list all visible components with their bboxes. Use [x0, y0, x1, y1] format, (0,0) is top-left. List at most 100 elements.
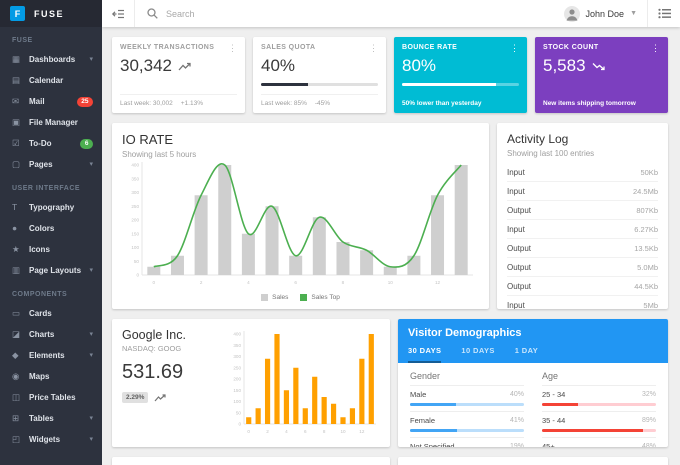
log-entry-label: Input	[507, 186, 525, 196]
card-title: BOUNCE RATE	[402, 44, 458, 51]
log-entry-label: Output	[507, 205, 532, 215]
sidebar-item-dashboards[interactable]: ▦ Dashboards ▾	[0, 49, 102, 70]
count-badge: 6	[80, 138, 93, 149]
activity-log-row: Output 13.5Kb	[507, 239, 658, 258]
row-value: 48%	[641, 443, 656, 447]
footer-delta: +1.13%	[180, 100, 203, 107]
demographics-body: Gender Male 40% Female 41% Not Specified 19% Ag…	[398, 363, 668, 447]
sidebar-item-elements[interactable]: ◆ Elements ▾	[0, 345, 102, 366]
svg-text:100: 100	[131, 245, 139, 250]
svg-text:6: 6	[304, 429, 307, 434]
row-value: 89%	[641, 417, 656, 424]
chevron-down-icon: ▾	[89, 436, 93, 443]
google-change-badge: 2.29%	[122, 392, 149, 403]
demographics-group-age: Age 25 - 34 32% 35 - 44 89% 45+ 48%	[542, 368, 656, 447]
row-progress-bar	[542, 403, 656, 406]
legend-swatch	[261, 294, 269, 301]
io-rate-title: IO RATE	[122, 132, 174, 147]
widgets-icon: ◰	[12, 434, 21, 445]
sidebar-item-widgets[interactable]: ◰ Widgets ▾	[0, 429, 102, 450]
fold-sidebar-button[interactable]	[102, 0, 134, 27]
kebab-menu-icon[interactable]: ⋮	[369, 44, 378, 53]
partial-card	[398, 457, 668, 465]
svg-text:300: 300	[233, 354, 241, 359]
palette-icon: ●	[12, 223, 18, 234]
sidebar-item-price-tables[interactable]: ◫ Price Tables	[0, 387, 102, 408]
sidebar-item-cards[interactable]: ▭ Cards	[0, 303, 102, 324]
tab-30-days[interactable]: 30 DAYS	[408, 346, 442, 363]
sidebar-item-maps[interactable]: ◉ Maps	[0, 366, 102, 387]
nav-section-label: USER INTERFACE	[12, 185, 81, 192]
svg-text:0: 0	[247, 429, 250, 434]
activity-log-row: Output 44.5Kb	[507, 277, 658, 296]
svg-text:250: 250	[233, 365, 241, 370]
svg-text:4: 4	[285, 429, 288, 434]
row-progress-bar	[410, 429, 524, 432]
top-toolbar: Search John Doe ▼	[102, 0, 680, 27]
row-label: Female	[410, 416, 436, 425]
footer-label: Last week: 85%	[261, 100, 307, 107]
activity-log-list: Input 50Kb Input 24.5Mb Output 807Kb Input 6.27…	[507, 163, 658, 309]
price-table-icon: ◫	[12, 392, 21, 403]
legend-swatch	[300, 294, 308, 301]
io-rate-subtitle: Showing last 5 hours	[122, 150, 197, 159]
sidebar-item-pages[interactable]: ▢ Pages ▾	[0, 154, 102, 175]
list-panel-icon	[657, 8, 671, 19]
sidebar-item-label: Charts	[29, 330, 55, 339]
sidebar-item-mail[interactable]: ✉ Mail 25	[0, 91, 102, 112]
stock-value: 5,583	[543, 56, 586, 75]
legend-label: Sales	[272, 294, 289, 301]
sidebar-item-icons[interactable]: ★ Icons	[0, 239, 102, 260]
search-bar[interactable]: Search	[135, 8, 195, 19]
partial-card	[112, 457, 390, 465]
activity-log-row: Output 807Kb	[507, 201, 658, 220]
chevron-down-icon: ▾	[89, 352, 93, 359]
svg-text:350: 350	[233, 343, 241, 348]
bottom-row: Google Inc. NASDAQ: GOOG 531.69 2.29% 0 5…	[112, 319, 668, 447]
svg-text:2: 2	[200, 280, 203, 285]
svg-text:8: 8	[323, 429, 326, 434]
svg-text:2: 2	[266, 429, 269, 434]
stock-count-card: STOCK COUNT ⋮ 5,583 New items shipping t…	[535, 37, 668, 113]
kebab-menu-icon[interactable]: ⋮	[510, 44, 519, 53]
svg-text:350: 350	[131, 176, 139, 181]
file-icon: ▢	[12, 159, 21, 170]
sidebar-item-colors[interactable]: ● Colors	[0, 218, 102, 239]
sidebar-item-typography[interactable]: T Typography	[0, 197, 102, 218]
row-label: 45+	[542, 442, 555, 447]
log-entry-value: 13.5Kb	[634, 243, 658, 253]
footer-label: New items shipping tomorrow	[543, 100, 636, 107]
logo[interactable]: F FUSE	[0, 0, 102, 27]
avatar	[563, 5, 580, 22]
sidebar-item-label: Dashboards	[29, 55, 76, 64]
sidebar-item-to-do[interactable]: ☑ To-Do 6	[0, 133, 102, 154]
search-input[interactable]: Search	[166, 9, 195, 19]
tab-10-days[interactable]: 10 DAYS	[461, 346, 494, 363]
sidebar-item-label: Elements	[29, 351, 65, 360]
demographics-row: 45+ 48%	[542, 437, 656, 447]
demographics-header: Visitor Demographics 30 DAYS 10 DAYS 1 DAY	[398, 319, 668, 363]
svg-text:10: 10	[388, 280, 394, 285]
sidebar-item-page-layouts[interactable]: ▥ Page Layouts ▾	[0, 260, 102, 281]
sidebar-item-charts[interactable]: ◪ Charts ▾	[0, 324, 102, 345]
place-pin-icon: ◉	[12, 371, 20, 382]
charts-row: IO RATE Showing last 5 hours 0 50 100 150 20…	[112, 123, 668, 309]
kebab-menu-icon[interactable]: ⋮	[651, 44, 660, 53]
star-icon: ★	[12, 244, 20, 255]
log-entry-value: 50Kb	[640, 167, 658, 177]
sidebar-item-tables[interactable]: ⊞ Tables ▾	[0, 408, 102, 429]
row-progress-bar	[410, 403, 524, 406]
sidebar-item-file-manager[interactable]: ▣ File Manager	[0, 112, 102, 133]
sidebar: F FUSE FUSE ▦ Dashboards ▾ ▤ Calendar ✉ Mail 25 ▣…	[0, 0, 102, 465]
log-entry-value: 5.0Mb	[637, 262, 658, 272]
user-menu[interactable]: John Doe ▼	[554, 5, 647, 22]
row-progress-bar	[542, 429, 656, 432]
legend-item: Sales Top	[300, 294, 340, 301]
chevron-down-icon: ▾	[89, 267, 93, 274]
quick-panel-button[interactable]	[648, 0, 680, 27]
activity-log-row: Input 50Kb	[507, 163, 658, 182]
tab-1-day[interactable]: 1 DAY	[515, 346, 538, 363]
kebab-menu-icon[interactable]: ⋮	[228, 44, 237, 53]
sidebar-item-calendar[interactable]: ▤ Calendar	[0, 70, 102, 91]
svg-text:50: 50	[134, 259, 140, 264]
